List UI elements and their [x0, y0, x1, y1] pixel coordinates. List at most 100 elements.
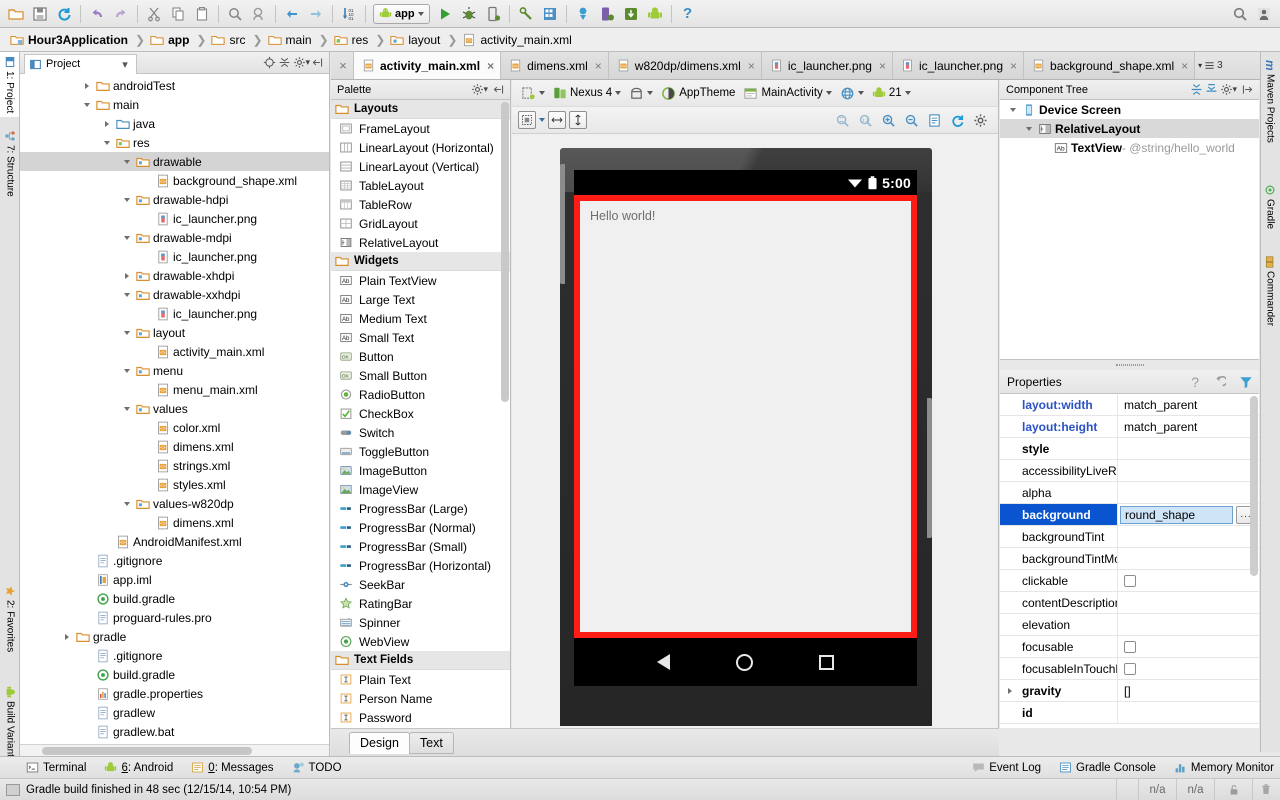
- project-tree-row[interactable]: <> activity_main.xml: [20, 342, 329, 361]
- undo-icon[interactable]: [85, 2, 109, 26]
- chevron-down-icon[interactable]: [417, 11, 424, 16]
- forward-icon[interactable]: [304, 2, 328, 26]
- project-tree-row[interactable]: <> dimens.xml: [20, 437, 329, 456]
- palette-item[interactable]: CheckBox: [331, 404, 510, 423]
- restore-default-icon[interactable]: [1211, 374, 1226, 389]
- palette-item[interactable]: ProgressBar (Normal): [331, 518, 510, 537]
- tab-text[interactable]: Text: [408, 731, 454, 754]
- project-tree-row[interactable]: build.gradle: [20, 665, 329, 684]
- chevron-down-icon[interactable]: [825, 91, 832, 95]
- project-tree-row[interactable]: drawable-mdpi: [20, 228, 329, 247]
- chevron-down-icon[interactable]: [647, 91, 654, 95]
- close-icon[interactable]: ×: [333, 52, 353, 79]
- collapse-all-icon[interactable]: [277, 55, 292, 70]
- component-tree-row[interactable]: Device Screen: [1000, 100, 1259, 119]
- chevron-down-icon[interactable]: ▾: [122, 58, 128, 71]
- breadcrumb-item-app[interactable]: app: [150, 33, 189, 47]
- property-checkbox[interactable]: [1124, 574, 1136, 587]
- project-tree-row[interactable]: gradle: [20, 627, 329, 646]
- chevron-down-icon[interactable]: [539, 118, 545, 122]
- chevron-down-icon[interactable]: [120, 406, 134, 411]
- property-row[interactable]: layout:width match_parent: [1000, 394, 1259, 416]
- tool-window-event-log[interactable]: Event Log: [972, 761, 1041, 774]
- nav-back-icon[interactable]: [657, 654, 670, 670]
- project-tree-row[interactable]: <> color.xml: [20, 418, 329, 437]
- palette-item[interactable]: Ab Plain TextView: [331, 271, 510, 290]
- property-value-cell[interactable]: [1118, 526, 1259, 547]
- fit-width-button[interactable]: [548, 111, 566, 129]
- property-value-cell[interactable]: [1118, 636, 1259, 657]
- chevron-down-icon[interactable]: [120, 368, 134, 373]
- save-all-icon[interactable]: [28, 2, 52, 26]
- property-row[interactable]: focusableInTouchMode: [1000, 658, 1259, 680]
- render-log-icon[interactable]: [924, 110, 944, 130]
- palette-list[interactable]: Layouts FrameLayout LinearLayout (Horizont…: [331, 100, 510, 728]
- property-checkbox[interactable]: [1124, 662, 1136, 675]
- project-tree-row[interactable]: java: [20, 114, 329, 133]
- project-tree-row[interactable]: .gitignore: [20, 646, 329, 665]
- project-tree-row[interactable]: <> menu_main.xml: [20, 380, 329, 399]
- chevron-down-icon[interactable]: [120, 197, 134, 202]
- paste-icon[interactable]: [190, 2, 214, 26]
- locale-selector[interactable]: [837, 84, 867, 103]
- chevron-down-icon[interactable]: [1006, 107, 1020, 112]
- palette-item[interactable]: Ab Medium Text: [331, 309, 510, 328]
- chevron-down-icon[interactable]: ▾: [483, 84, 488, 95]
- project-tree-row[interactable]: layout: [20, 323, 329, 342]
- tool-window-memory-monitor[interactable]: Memory Monitor: [1174, 761, 1274, 774]
- help-icon[interactable]: ?: [1191, 374, 1199, 390]
- chevron-down-icon[interactable]: [80, 102, 94, 107]
- sidebar-item-build-variants[interactable]: Build Variants: [0, 682, 20, 766]
- back-icon[interactable]: [280, 2, 304, 26]
- project-tree-row[interactable]: drawable: [20, 152, 329, 171]
- target-icon[interactable]: [262, 55, 277, 70]
- project-tree-row[interactable]: gradle.properties: [20, 684, 329, 703]
- debug-icon[interactable]: [457, 2, 481, 26]
- gear-icon[interactable]: [970, 110, 990, 130]
- palette-item[interactable]: ProgressBar (Large): [331, 499, 510, 518]
- sync-icon[interactable]: [52, 2, 76, 26]
- activity-selector[interactable]: MainActivity: [740, 84, 834, 103]
- component-tree-row[interactable]: RelativeLayout: [1000, 119, 1259, 138]
- chevron-down-icon[interactable]: [539, 91, 545, 95]
- property-row[interactable]: alpha: [1000, 482, 1259, 504]
- close-icon[interactable]: ×: [879, 59, 886, 73]
- project-tree-row[interactable]: <> AndroidManifest.xml: [20, 532, 329, 551]
- property-row[interactable]: focusable: [1000, 636, 1259, 658]
- breadcrumb-item-res[interactable]: res: [333, 33, 368, 47]
- palette-item[interactable]: RelativeLayout: [331, 233, 510, 252]
- chevron-right-icon[interactable]: [100, 120, 114, 127]
- chevron-down-icon[interactable]: [857, 91, 864, 95]
- fit-height-button[interactable]: [569, 111, 587, 129]
- project-tree-row[interactable]: <> dimens.xml: [20, 513, 329, 532]
- palette-item[interactable]: WebView: [331, 632, 510, 651]
- project-tree-row[interactable]: ic_launcher.png: [20, 304, 329, 323]
- chevron-right-icon[interactable]: [80, 82, 94, 89]
- palette-item[interactable]: ProgressBar (Horizontal): [331, 556, 510, 575]
- property-checkbox[interactable]: [1124, 640, 1136, 653]
- property-row[interactable]: layout:height match_parent: [1000, 416, 1259, 438]
- zoom-fit-button[interactable]: [518, 111, 536, 129]
- palette-item[interactable]: Plain Text: [331, 670, 510, 689]
- property-row[interactable]: elevation: [1000, 614, 1259, 636]
- property-row[interactable]: backgroundTint: [1000, 526, 1259, 548]
- sidebar-item-gradle[interactable]: Gradle: [1260, 180, 1280, 233]
- palette-item[interactable]: ImageView: [331, 480, 510, 499]
- project-tree-row[interactable]: <> strings.xml: [20, 456, 329, 475]
- property-value-cell[interactable]: [1118, 570, 1259, 591]
- project-tree[interactable]: androidTest main java res drawable <> backgrou…: [20, 74, 329, 744]
- sync-gradle-icon[interactable]: [571, 2, 595, 26]
- property-value-cell[interactable]: []: [1118, 680, 1259, 701]
- property-value-cell[interactable]: round_shape...: [1118, 504, 1259, 525]
- chevron-right-icon[interactable]: [120, 272, 134, 279]
- open-folder-icon[interactable]: [4, 2, 28, 26]
- tab-project[interactable]: Project ▾: [24, 53, 137, 74]
- property-row[interactable]: contentDescription: [1000, 592, 1259, 614]
- tab-overflow-button[interactable]: ▾ 3: [1194, 52, 1227, 79]
- breadcrumb-item-module[interactable]: Hour3Application: [10, 33, 128, 47]
- copy-icon[interactable]: [166, 2, 190, 26]
- attach-debugger-icon[interactable]: [481, 2, 505, 26]
- tool-window-todo[interactable]: TODO: [292, 761, 342, 774]
- textview-preview[interactable]: Hello world!: [590, 209, 655, 223]
- download-icon[interactable]: [619, 2, 643, 26]
